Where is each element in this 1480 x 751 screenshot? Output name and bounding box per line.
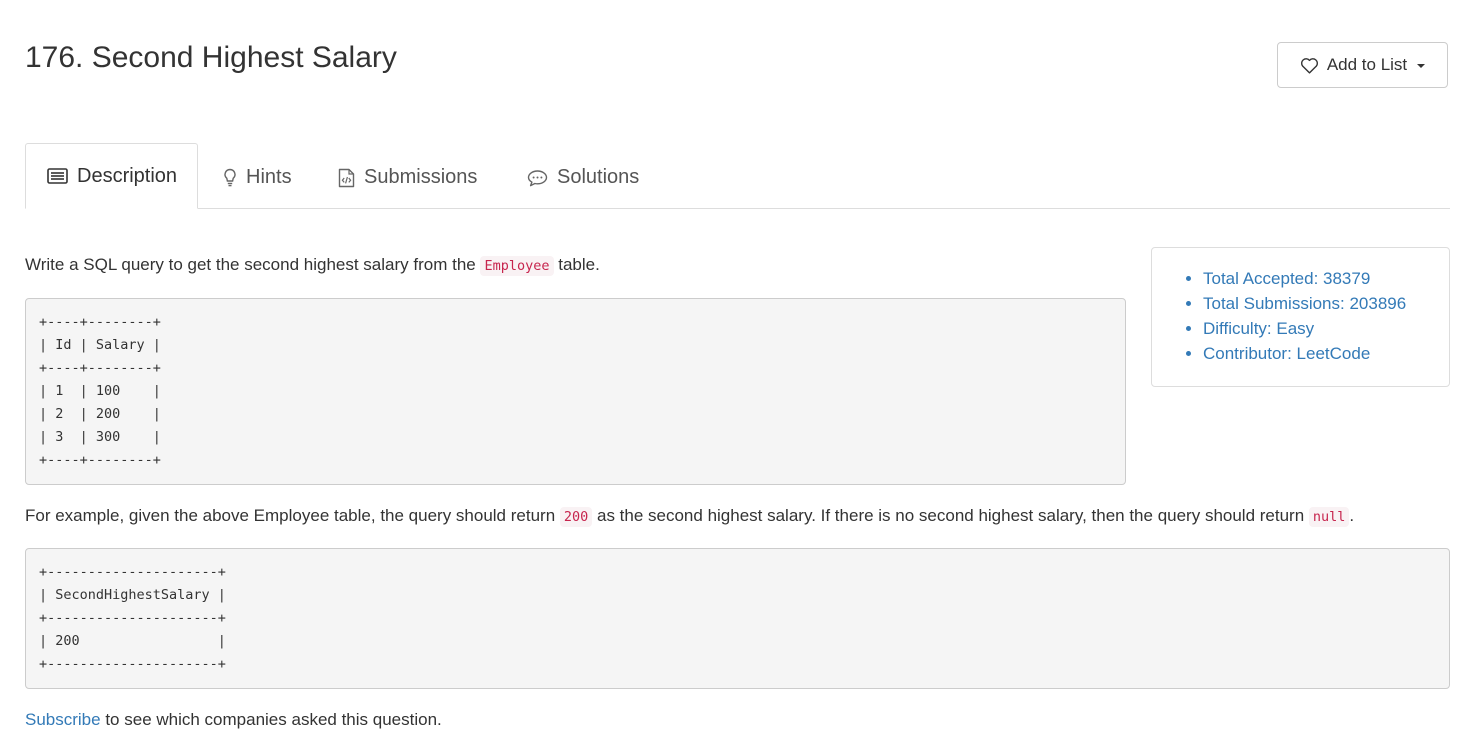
list-alt-icon (47, 168, 68, 184)
add-to-list-button[interactable]: Add to List (1277, 42, 1448, 88)
example-text: For example, given the above Employee ta… (25, 506, 560, 525)
problem-tabs: Description Hints Submissions Solutions (25, 143, 1450, 209)
stat-contributor: Contributor: LeetCode (1203, 341, 1449, 366)
inline-code-employee: Employee (480, 256, 554, 276)
stat-total-submissions: Total Submissions: 203896 (1203, 291, 1449, 316)
stats-list: Total Accepted: 38379 Total Submissions:… (1152, 248, 1449, 366)
stat-total-accepted: Total Accepted: 38379 (1203, 266, 1449, 291)
subscribe-notice: Subscribe to see which companies asked t… (25, 707, 442, 733)
example-statement: For example, given the above Employee ta… (25, 503, 1354, 530)
problem-stats-panel: Total Accepted: 38379 Total Submissions:… (1151, 247, 1450, 387)
tab-description[interactable]: Description (25, 143, 198, 209)
example-text-middle: as the second highest salary. If there i… (592, 506, 1309, 525)
inline-code-null: null (1308, 507, 1350, 527)
code-file-icon (338, 168, 355, 188)
example-text-end: . (1349, 506, 1355, 525)
stat-difficulty: Difficulty: Easy (1203, 316, 1449, 341)
tab-hints-label: Hints (246, 166, 292, 188)
employee-table-code-block: +----+--------+ | Id | Salary | +----+--… (25, 298, 1126, 485)
statement-text-end: table. (553, 255, 600, 274)
tab-solutions-label: Solutions (557, 166, 640, 188)
tab-hints[interactable]: Hints (223, 143, 292, 210)
subscribe-link[interactable]: Subscribe (25, 710, 101, 729)
page-title: 176. Second Highest Salary (25, 41, 397, 74)
heart-icon (1300, 57, 1319, 74)
tab-description-label: Description (77, 164, 178, 187)
subscribe-text: to see which companies asked this questi… (100, 710, 442, 729)
statement-text: Write a SQL query to get the second high… (25, 255, 481, 274)
result-table-code-block: +---------------------+ | SecondHighestS… (25, 548, 1450, 689)
problem-page: 176. Second Highest Salary Add to List D… (0, 0, 1480, 751)
comment-icon (527, 169, 548, 187)
tab-solutions[interactable]: Solutions (527, 143, 639, 210)
tab-submissions[interactable]: Submissions (338, 143, 477, 210)
caret-down-icon (1417, 64, 1426, 68)
lightbulb-icon (223, 168, 237, 187)
inline-code-200: 200 (559, 507, 593, 527)
add-to-list-label: Add to List (1326, 55, 1408, 74)
tab-submissions-label: Submissions (364, 166, 478, 188)
problem-statement: Write a SQL query to get the second high… (25, 252, 600, 279)
